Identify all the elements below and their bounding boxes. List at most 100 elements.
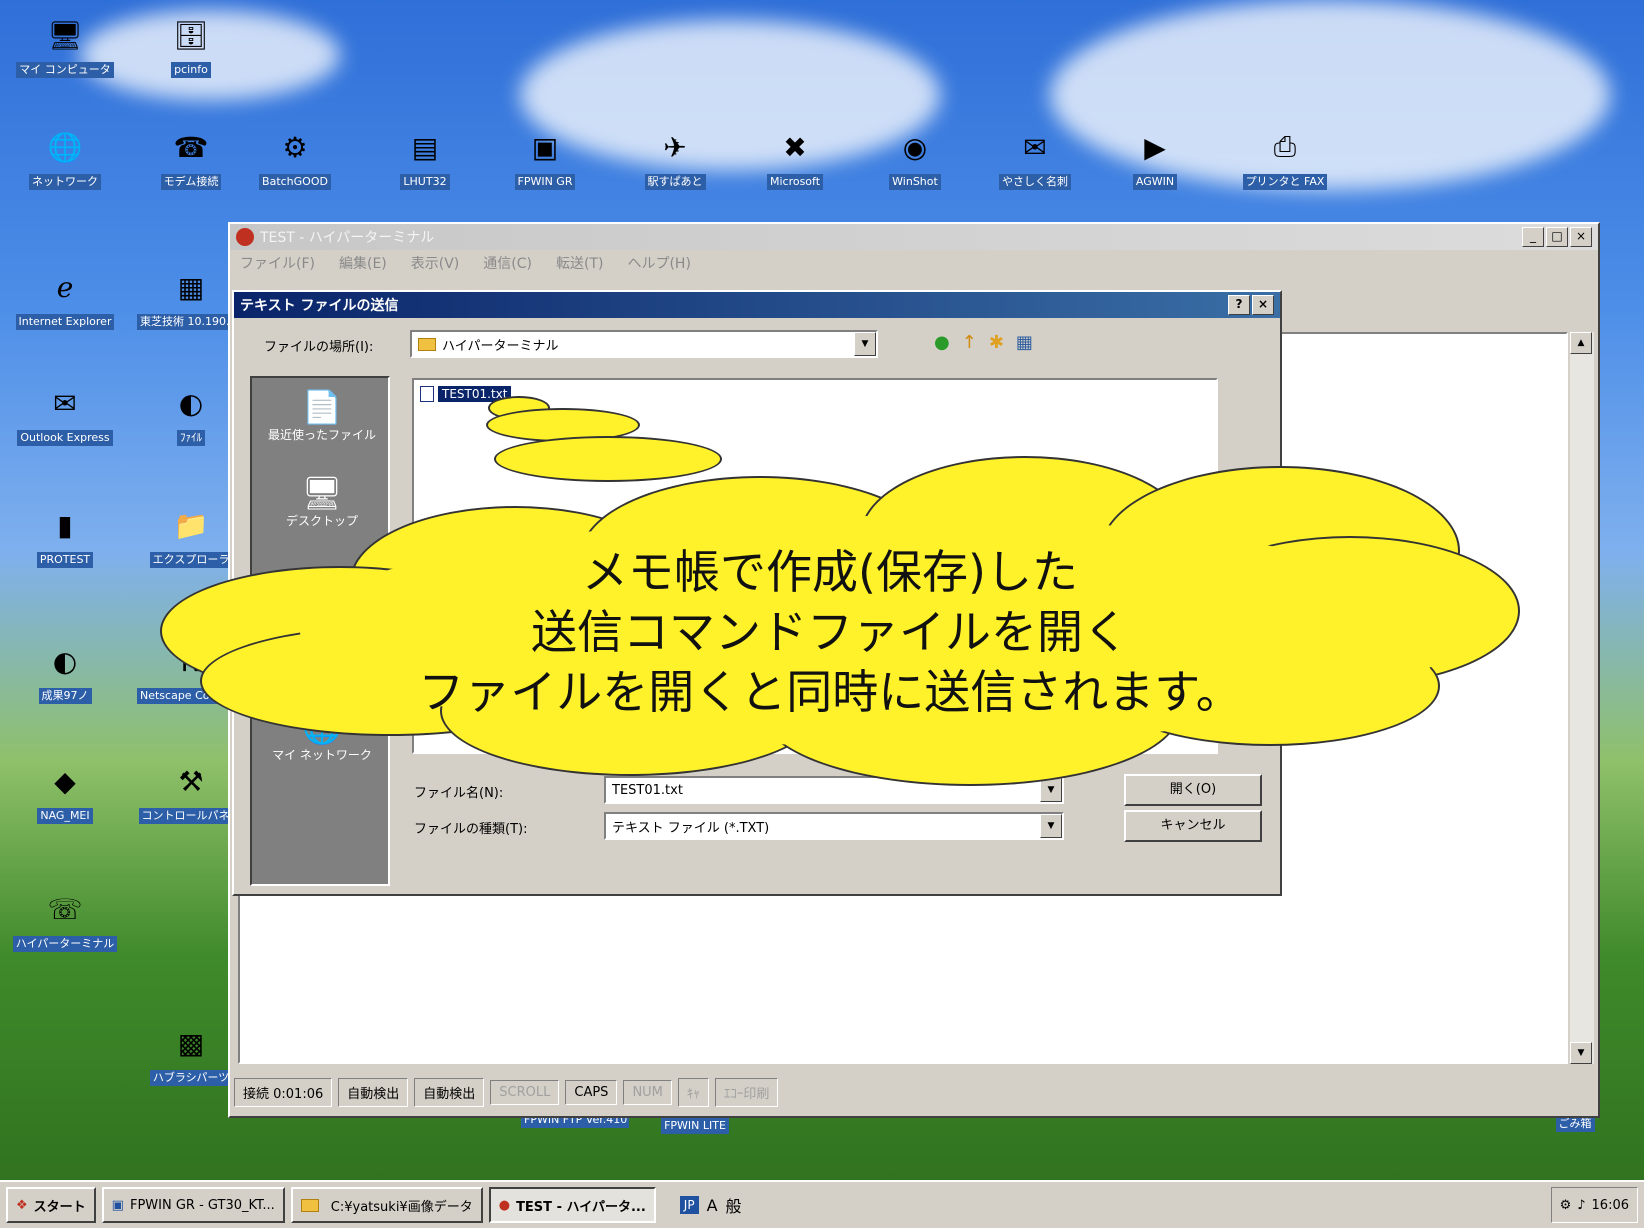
task-fpwin[interactable]: ▣ FPWIN GR - GT30_KT... xyxy=(101,1187,285,1223)
menu-file[interactable]: ファイル(F) xyxy=(240,253,315,273)
share-icon: ▦ xyxy=(177,270,205,304)
scroll-up-icon[interactable]: ▲ xyxy=(1570,332,1592,354)
desktop-icon-item[interactable]: ☎ モデム接続 xyxy=(136,124,246,194)
dialog-titlebar[interactable]: テキスト ファイルの送信 ? × xyxy=(234,292,1280,318)
callout-line-2: 送信コマンドファイルを開く xyxy=(531,605,1129,659)
minimize-button[interactable]: _ xyxy=(1522,227,1544,247)
scroll-down-icon[interactable]: ▼ xyxy=(1570,1042,1592,1064)
status-capture: ｷｬ xyxy=(677,1077,709,1107)
toolbox-icon: ▩ xyxy=(177,1026,205,1060)
dialog-toolbar: ● ↑ ✱ ▦ xyxy=(934,332,1033,353)
status-auto-detect: 自動検出 xyxy=(338,1077,409,1107)
nag-icon: ◆ xyxy=(54,764,76,798)
task-folder[interactable]: C:¥yatsuki¥画像データ xyxy=(290,1187,483,1223)
desktop-icon-item[interactable]: ◉ WinShot xyxy=(860,124,970,194)
desktop-icon-item[interactable]: ✖ Microsoft xyxy=(740,124,850,194)
status-scroll: SCROLL xyxy=(490,1079,560,1105)
start-button[interactable]: ❖ スタート xyxy=(6,1187,96,1223)
recent-icon: 📄 xyxy=(302,388,342,426)
batch-icon: ⚙ xyxy=(282,130,308,164)
desktop-icon-item[interactable]: ▮ PROTEST xyxy=(10,502,120,572)
desktop-label-recycle[interactable]: ごみ箱 xyxy=(1520,1116,1630,1136)
desktop-icon-label: 成果97ノ xyxy=(38,688,92,704)
desktop-icon-label: ごみ箱 xyxy=(1555,1116,1595,1132)
menu-help[interactable]: ヘルプ(H) xyxy=(627,253,690,273)
lookin-combo[interactable]: ハイパーターミナル ▼ xyxy=(410,330,878,358)
maximize-button[interactable]: □ xyxy=(1546,227,1568,247)
desk-icon: 🗄 xyxy=(173,18,209,52)
agwin-icon: ▶ xyxy=(1144,130,1166,164)
chevron-down-icon[interactable]: ▼ xyxy=(1040,814,1062,838)
filetype-label: ファイルの種類(T): xyxy=(414,822,528,837)
ime-mode[interactable]: A xyxy=(707,1196,718,1215)
desktop-icon-label: ハブラシパーツ xyxy=(149,1070,233,1086)
desktop-icon-item[interactable]: ✉ やさしく名刺 xyxy=(980,124,1090,194)
desktop-icon-label: PROTEST xyxy=(36,552,94,568)
menu-edit[interactable]: 編集(E) xyxy=(339,253,387,273)
view-menu-icon[interactable]: ▦ xyxy=(1016,332,1033,353)
desktop-icon-item[interactable]: ℯ Internet Explorer xyxy=(10,264,120,334)
dialog-close-button[interactable]: × xyxy=(1252,295,1274,315)
clock: 16:06 xyxy=(1591,1197,1629,1213)
desktop-icon-item[interactable]: ▶ AGWIN xyxy=(1100,124,1210,194)
desktop-label-fpwin-lite[interactable]: FPWIN LITE xyxy=(640,1118,750,1138)
ime-jp[interactable]: JP xyxy=(679,1196,699,1214)
menu-view[interactable]: 表示(V) xyxy=(411,253,460,273)
lhut-icon: ▤ xyxy=(411,130,439,164)
task-label: C:¥yatsuki¥画像データ xyxy=(330,1199,473,1215)
desktop-icon-item[interactable]: ▣ FPWIN GR xyxy=(490,124,600,194)
desktop-icon-item[interactable]: ⎙ プリンタと FAX xyxy=(1230,124,1340,194)
desktop-icon-item[interactable]: ✉ Outlook Express xyxy=(10,380,120,450)
back-icon[interactable]: ● xyxy=(934,332,950,353)
annotation-callout: メモ帳で作成(保存)した 送信コマンドファイルを開く ファイルを開くと同時に送信… xyxy=(140,456,1540,796)
tray-volume-icon[interactable]: ♪ xyxy=(1577,1198,1585,1213)
desktop-icon-item[interactable]: ◐ 成果97ノ xyxy=(10,638,120,708)
menu-call[interactable]: 通信(C) xyxy=(483,253,532,273)
desktop-icon-label: LHUT32 xyxy=(400,174,450,190)
help-button[interactable]: ? xyxy=(1228,295,1250,315)
desktop-icon-item[interactable]: 🖥 マイ コンピュータ xyxy=(10,12,120,82)
lookin-label: ファイルの場所(I): xyxy=(264,340,374,355)
desktop-icon-item[interactable]: 🗄 pcinfo xyxy=(136,12,246,82)
filetype-select[interactable]: テキスト ファイル (*.TXT) ▼ xyxy=(604,812,1064,840)
cancel-button[interactable]: キャンセル xyxy=(1124,810,1262,842)
place-label: 最近使ったファイル xyxy=(267,428,376,442)
menu-bar: ファイル(F) 編集(E) 表示(V) 通信(C) 転送(T) ヘルプ(H) xyxy=(230,250,1598,276)
filetype-value: テキスト ファイル (*.TXT) xyxy=(612,820,770,836)
shortcut-icon: ◐ xyxy=(178,386,204,420)
desktop-icon-label: モデム接続 xyxy=(160,174,222,190)
train-icon: ✈ xyxy=(663,130,687,164)
desktop-icon-item[interactable]: ☏ ハイパーターミナル xyxy=(10,886,120,956)
shortcut-icon: ◐ xyxy=(52,644,78,678)
desktop-icon-item[interactable]: ✈ 駅すぱあと xyxy=(620,124,730,194)
desktop-icon-label: NAG_MEI xyxy=(37,808,93,824)
tray-network-icon[interactable]: ⚙ xyxy=(1560,1198,1572,1213)
desktop-icon-label: やさしく名刺 xyxy=(999,174,1071,190)
desktop-icon-label: Internet Explorer xyxy=(15,314,115,330)
new-folder-icon[interactable]: ✱ xyxy=(989,332,1004,353)
window-title: TEST - ハイパーターミナル xyxy=(260,230,435,246)
window-titlebar[interactable]: TEST - ハイパーターミナル _ □ × xyxy=(230,224,1598,250)
task-hyperterminal[interactable]: ● TEST - ハイパータ... xyxy=(488,1187,656,1223)
desktop-icon-item[interactable]: ▤ LHUT32 xyxy=(370,124,480,194)
task-label: FPWIN GR - GT30_KT... xyxy=(129,1197,275,1213)
vertical-scrollbar[interactable]: ▲ ▼ xyxy=(1570,332,1594,1064)
status-num: NUM xyxy=(623,1079,672,1105)
desktop-icon-item[interactable]: ◆ NAG_MEI xyxy=(10,758,120,828)
desktop-icon-label: FPWIN LITE xyxy=(661,1118,729,1134)
desktop-icon-label: ハイパーターミナル xyxy=(12,936,118,952)
desktop-icon-item[interactable]: ⚙ BatchGOOD xyxy=(240,124,350,194)
hyperterminal-icon: ● xyxy=(498,1197,511,1213)
menu-transfer[interactable]: 転送(T) xyxy=(556,253,603,273)
ime-general[interactable]: 般 xyxy=(726,1193,742,1217)
desktop-icon-item[interactable]: 🌐 ネットワーク xyxy=(10,124,120,194)
place-recent[interactable]: 📄 最近使ったファイル xyxy=(252,388,392,443)
chevron-down-icon[interactable]: ▼ xyxy=(854,332,876,356)
close-button[interactable]: × xyxy=(1570,227,1592,247)
ime-toolbar: JP A 般 xyxy=(679,1193,742,1217)
desktop-icon-label: BatchGOOD xyxy=(259,174,331,190)
desktop-icon-label: AGWIN xyxy=(1132,174,1178,190)
folder-icon xyxy=(418,337,436,351)
up-folder-icon[interactable]: ↑ xyxy=(962,332,977,353)
task-label: TEST - ハイパータ... xyxy=(516,1199,646,1215)
